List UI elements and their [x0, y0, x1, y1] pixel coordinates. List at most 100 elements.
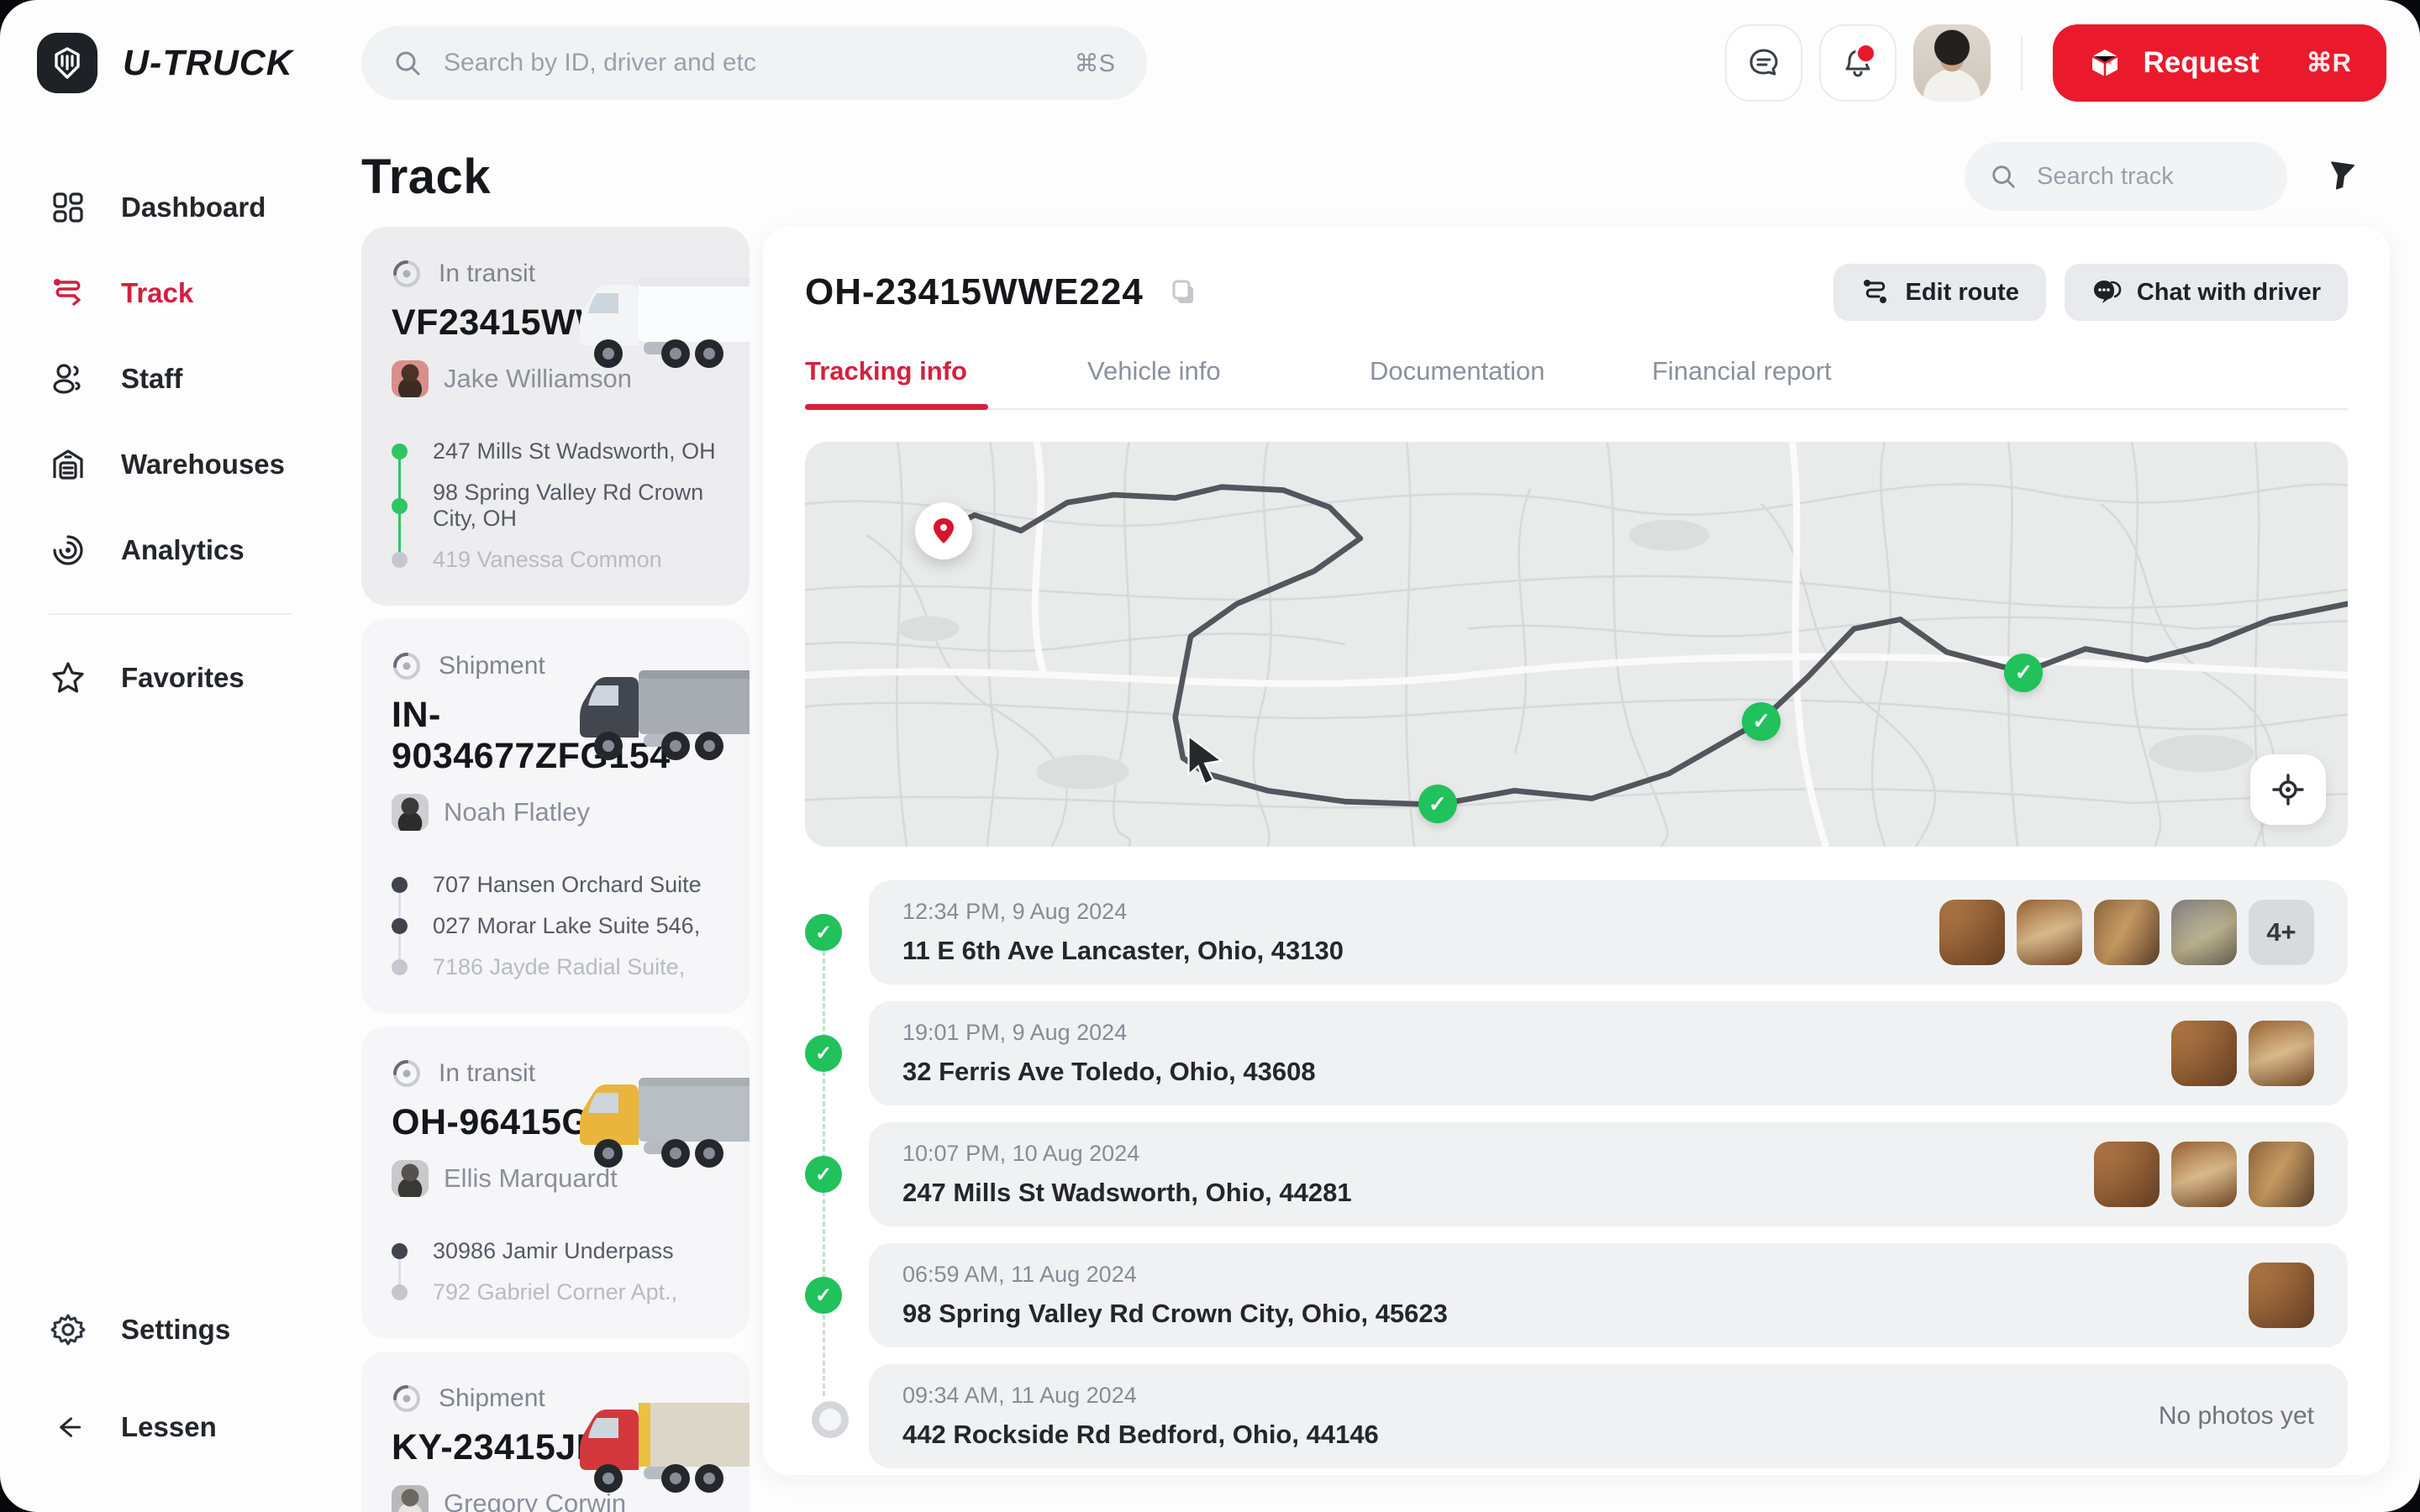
stop-row: 792 Gabriel Corner Apt., [432, 1272, 719, 1313]
stops-list: 707 Hansen Orchard Suite027 Morar Lake S… [392, 864, 719, 988]
stop-dot [392, 1243, 408, 1259]
request-button[interactable]: Request ⌘R [2053, 24, 2386, 102]
truck-image [568, 1392, 750, 1504]
global-search-input[interactable] [442, 48, 1055, 78]
chat-with-driver-button[interactable]: Chat with driver [2065, 264, 2348, 321]
topbar-actions: Request ⌘R [1725, 24, 2420, 102]
copy-id-button[interactable] [1165, 274, 1202, 311]
checkpoint-photo[interactable] [2171, 1142, 2237, 1207]
tracking-timeline: ✓ ✓ ✓ ✓ 12:34 PM, 9 Aug 2024 11 E 6th Av… [805, 880, 2348, 1468]
status-progress-icon [392, 651, 422, 681]
search-icon [1990, 163, 2017, 190]
sidebar-item-track[interactable]: Track [49, 250, 361, 336]
shipment-list: In transit VF23415WWE224 Jake Williamson… [361, 227, 750, 1512]
brand-name: U-TRUCK [123, 43, 293, 84]
notification-badge [1855, 43, 1876, 64]
mouse-cursor [1185, 733, 1234, 790]
messages-button[interactable] [1725, 24, 1802, 102]
crosshair-icon [2271, 773, 2305, 806]
checkpoint-marker: ✓ [1742, 702, 1781, 741]
chat-with-driver-label: Chat with driver [2137, 279, 2321, 307]
tab-financial-report[interactable]: Financial report [1652, 356, 1934, 408]
notifications-button[interactable] [1819, 24, 1897, 102]
status-label: In transit [439, 1059, 535, 1088]
copy-icon [1170, 278, 1198, 307]
detail-shipment-id: OH-23415WWE224 [805, 271, 1144, 313]
timeline-photos [2094, 1142, 2314, 1207]
timeline-row: 09:34 AM, 11 Aug 2024 442 Rockside Rd Be… [869, 1364, 2348, 1468]
status-label: In transit [439, 260, 535, 288]
edit-route-icon [1860, 277, 1891, 307]
warehouse-icon [49, 445, 87, 484]
sidebar-item-dashboard[interactable]: Dashboard [49, 165, 361, 250]
edit-route-button[interactable]: Edit route [1833, 264, 2046, 321]
checkpoint-photo[interactable] [1939, 900, 2005, 965]
shipment-card[interactable]: Shipment KY-23415JNF155 Gregory Corwin 2… [361, 1352, 750, 1512]
sidebar-item-warehouses[interactable]: Warehouses [49, 422, 361, 507]
stop-row: 707 Hansen Orchard Suite [432, 864, 719, 906]
driver-row: Noah Flatley [392, 794, 719, 831]
checkpoint-photo[interactable] [2171, 1021, 2237, 1086]
stop-address: 707 Hansen Orchard Suite [433, 872, 702, 898]
tab-tracking-info[interactable]: Tracking info [805, 356, 1087, 408]
timeline-row: 10:07 PM, 10 Aug 2024 247 Mills St Wadsw… [869, 1122, 2348, 1226]
stop-row: 30986 Jamir Underpass [432, 1231, 719, 1272]
sidebar-collapse-button[interactable]: Lessen [49, 1384, 361, 1470]
sidebar-item-staff[interactable]: Staff [49, 336, 361, 422]
checkpoint-photo[interactable] [2171, 900, 2237, 965]
checkpoint-photo[interactable] [2249, 1142, 2314, 1207]
stop-row: 7186 Jayde Radial Suite, [432, 947, 719, 988]
checkpoint-photo[interactable] [2017, 900, 2082, 965]
filter-button[interactable] [2316, 151, 2366, 202]
track-search[interactable] [1965, 142, 2287, 211]
shipment-card[interactable]: Shipment IN-9034677ZFG154 Noah Flatley 7… [361, 619, 750, 1013]
sidebar-item-favorites[interactable]: Favorites [49, 635, 361, 721]
user-avatar[interactable] [1913, 24, 1991, 102]
timeline-entry: 06:59 AM, 11 Aug 2024 98 Spring Valley R… [902, 1262, 1448, 1329]
stop-dot [392, 444, 408, 459]
filter-icon [2324, 160, 2358, 193]
sidebar-item-label: Favorites [121, 662, 245, 694]
timeline-photos [2171, 1021, 2314, 1086]
star-icon [49, 659, 87, 697]
timeline-row: 19:01 PM, 9 Aug 2024 32 Ferris Ave Toled… [869, 1001, 2348, 1105]
timeline-entry: 19:01 PM, 9 Aug 2024 32 Ferris Ave Toled… [902, 1020, 1316, 1087]
route-map[interactable]: ✓ ✓ ✓ [805, 442, 2348, 847]
timeline-time: 19:01 PM, 9 Aug 2024 [902, 1020, 1316, 1046]
truck-image [568, 659, 750, 772]
timeline-check-icon: ✓ [805, 1156, 842, 1193]
sidebar-item-analytics[interactable]: Analytics [49, 507, 361, 593]
stop-dot [392, 877, 408, 893]
timeline-time: 12:34 PM, 9 Aug 2024 [902, 899, 1344, 925]
locate-button[interactable] [2250, 754, 2326, 825]
more-photos-badge[interactable]: 4+ [2249, 900, 2314, 965]
checkpoint-photo[interactable] [2094, 900, 2160, 965]
checkpoint-marker: ✓ [1418, 785, 1457, 823]
driver-avatar [392, 360, 429, 397]
shield-icon [50, 46, 84, 80]
timeline-time: 10:07 PM, 10 Aug 2024 [902, 1141, 1352, 1167]
tab-documentation[interactable]: Documentation [1370, 356, 1652, 408]
shipment-card[interactable]: In transit OH-96415GFC145 Ellis Marquard… [361, 1026, 750, 1338]
tab-vehicle-info[interactable]: Vehicle info [1087, 356, 1370, 408]
shipment-card[interactable]: In transit VF23415WWE224 Jake Williamson… [361, 227, 750, 606]
sidebar-item-label: Analytics [121, 534, 245, 566]
stop-row: 419 Vanessa Common [432, 539, 719, 580]
detail-tabs: Tracking info Vehicle info Documentation… [805, 356, 2348, 410]
stop-dot [392, 959, 408, 975]
track-search-input[interactable] [2035, 162, 2262, 192]
timeline-time: 06:59 AM, 11 Aug 2024 [902, 1262, 1448, 1288]
timeline-address: 247 Mills St Wadsworth, Ohio, 44281 [902, 1178, 1352, 1208]
sidebar-item-settings[interactable]: Settings [49, 1287, 361, 1373]
checkpoint-photo[interactable] [2249, 1021, 2314, 1086]
timeline-row: 06:59 AM, 11 Aug 2024 98 Spring Valley R… [869, 1243, 2348, 1347]
stop-row: 247 Mills St Wadsworth, OH [432, 431, 719, 472]
global-search[interactable]: ⌘S [361, 26, 1147, 100]
detail-actions: Edit route Chat with driver [1833, 264, 2349, 321]
truck-image [568, 1067, 750, 1179]
chat-driver-icon [2091, 277, 2122, 307]
checkpoint-photo[interactable] [2094, 1142, 2160, 1207]
checkpoint-photo[interactable] [2249, 1263, 2314, 1328]
timeline-entry: 09:34 AM, 11 Aug 2024 442 Rockside Rd Be… [902, 1383, 1379, 1450]
timeline-address: 98 Spring Valley Rd Crown City, Ohio, 45… [902, 1299, 1448, 1329]
